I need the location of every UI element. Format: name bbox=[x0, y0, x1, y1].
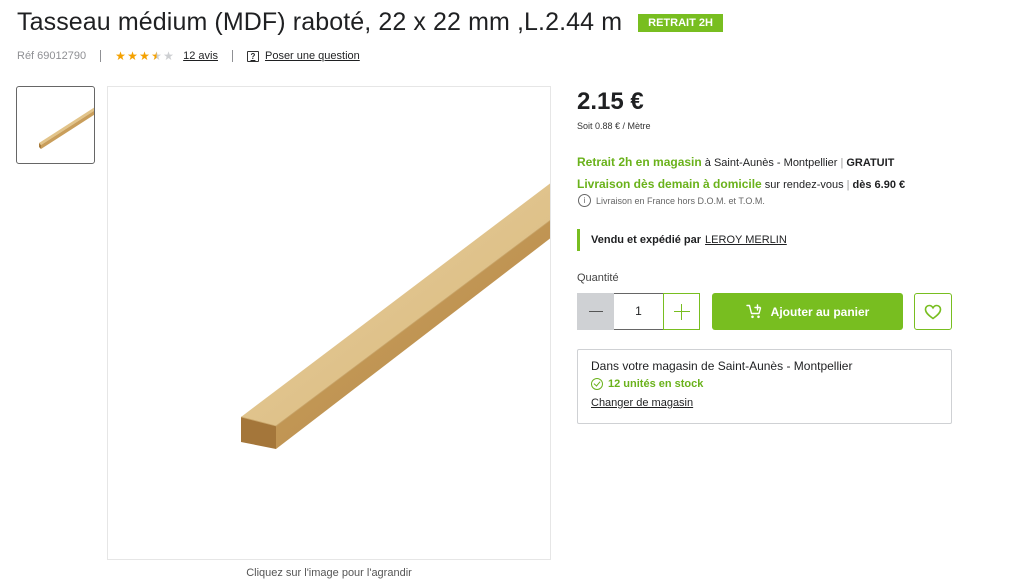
stock-status: 12 unités en stock bbox=[591, 378, 938, 390]
minus-icon bbox=[588, 310, 603, 313]
pickup-location: à Saint-Aunès - Montpellier bbox=[704, 157, 838, 169]
quantity-stepper: 1 bbox=[577, 293, 700, 330]
delivery-options: Retrait 2h en magasin à Saint-Aunès - Mo… bbox=[577, 152, 905, 196]
product-reference: Réf 69012790 bbox=[17, 50, 87, 62]
increase-quantity-button[interactable] bbox=[663, 293, 700, 330]
add-to-cart-button[interactable]: Ajouter au panier bbox=[712, 293, 903, 330]
check-circle-icon bbox=[591, 378, 603, 390]
seller-link[interactable]: LEROY MERLIN bbox=[705, 234, 787, 246]
home-delivery-option: Livraison dès demain à domicile sur rend… bbox=[577, 174, 905, 196]
home-delivery-price: dès 6.90 € bbox=[852, 179, 906, 191]
delivery-info: i Livraison en France hors D.O.M. et T.O… bbox=[578, 194, 765, 207]
wishlist-button[interactable] bbox=[914, 293, 952, 330]
cart-plus-icon bbox=[745, 304, 761, 319]
star-half-icon: ★ bbox=[151, 48, 162, 63]
rating-stars[interactable]: ★ ★ ★ ★ ★ bbox=[115, 48, 174, 63]
star-icon: ★ bbox=[127, 48, 138, 63]
quantity-label: Quantité bbox=[577, 272, 619, 284]
main-product-image[interactable] bbox=[107, 86, 551, 560]
pickup-option: Retrait 2h en magasin à Saint-Aunès - Mo… bbox=[577, 152, 905, 174]
image-caption: Cliquez sur l'image pour l'agrandir bbox=[246, 567, 412, 579]
question-icon: ? bbox=[246, 50, 259, 62]
title-row: Tasseau médium (MDF) raboté, 22 x 22 mm … bbox=[17, 8, 723, 37]
home-delivery-detail: sur rendez-vous bbox=[764, 179, 844, 191]
divider: | bbox=[840, 157, 844, 169]
divider bbox=[231, 50, 233, 62]
pickup-badge: RETRAIT 2H bbox=[638, 13, 723, 32]
add-to-cart-label: Ajouter au panier bbox=[770, 304, 870, 319]
quantity-input[interactable]: 1 bbox=[614, 293, 663, 330]
change-store-link[interactable]: Changer de magasin bbox=[591, 397, 938, 409]
seller-label: Vendu et expédié par bbox=[591, 234, 702, 246]
decrease-quantity-button[interactable] bbox=[577, 293, 614, 330]
info-icon[interactable]: i bbox=[578, 194, 591, 207]
batten-illustration bbox=[240, 183, 550, 449]
home-delivery-label: Livraison dès demain à domicile bbox=[577, 177, 762, 191]
divider: | bbox=[846, 179, 850, 191]
heart-icon bbox=[924, 304, 942, 319]
delivery-info-text: Livraison en France hors D.O.M. et T.O.M… bbox=[596, 195, 765, 206]
seller-info: Vendu et expédié par LEROY MERLIN bbox=[577, 229, 787, 251]
thumbnail-image[interactable] bbox=[16, 86, 95, 164]
price: 2.15 € bbox=[577, 88, 644, 115]
stock-text: 12 unités en stock bbox=[608, 378, 704, 390]
meta-row: Réf 69012790 ★ ★ ★ ★ ★ 12 avis ? Poser u… bbox=[17, 50, 360, 62]
store-availability-card: Dans votre magasin de Saint-Aunès - Mont… bbox=[577, 349, 952, 424]
store-name: Dans votre magasin de Saint-Aunès - Mont… bbox=[591, 359, 853, 373]
unit-price: Soit 0.88 € / Mètre bbox=[577, 121, 651, 131]
star-icon: ★ bbox=[115, 48, 126, 63]
ask-question-label: Poser une question bbox=[264, 50, 360, 62]
batten-thumbnail-illustration bbox=[39, 107, 94, 149]
reviews-link[interactable]: 12 avis bbox=[183, 50, 218, 62]
product-title: Tasseau médium (MDF) raboté, 22 x 22 mm … bbox=[17, 8, 623, 36]
star-empty-icon: ★ bbox=[163, 48, 174, 63]
ask-question-link[interactable]: ? Poser une question bbox=[246, 50, 360, 62]
star-icon: ★ bbox=[139, 48, 150, 63]
divider bbox=[100, 50, 102, 62]
pickup-label: Retrait 2h en magasin bbox=[577, 155, 702, 169]
pickup-price: GRATUIT bbox=[846, 157, 895, 169]
